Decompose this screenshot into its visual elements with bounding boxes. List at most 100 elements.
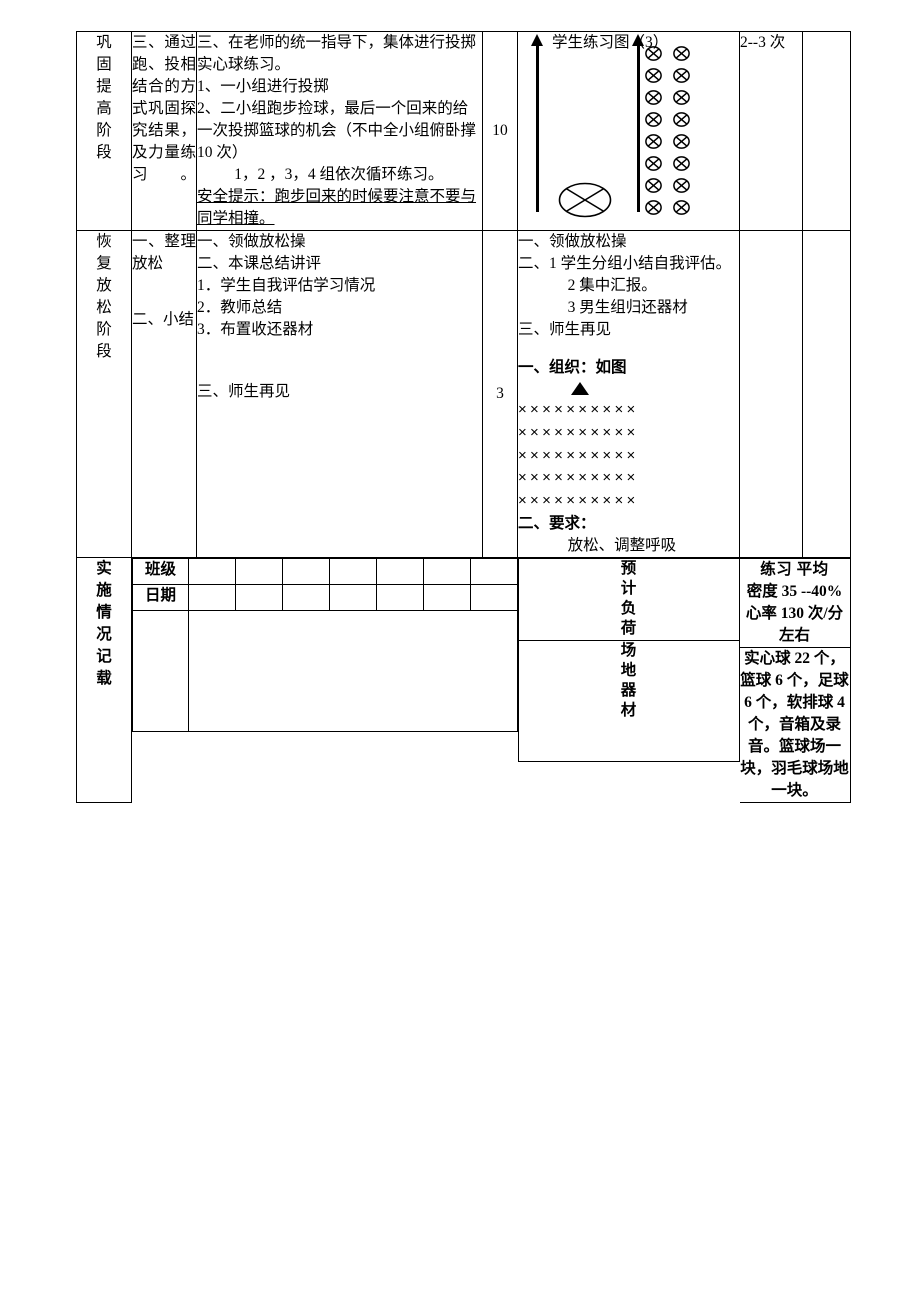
density-equipment-grid: 练习 平均 密度 35 --40%心率 130 次/分左右 实心球 22 个，篮… [739,557,851,803]
circle-cross-icon [673,68,690,83]
load-column-wrapper: 预计负荷 场地器材 [517,557,740,803]
org-line: 二、1 学生分组小结自我评估。 [518,255,732,272]
large-circle-cross-icon [558,182,612,225]
class-input-cell[interactable] [470,557,518,585]
org-line: 2 集中汇报。 [567,277,657,294]
class-label: 班级 [132,557,189,585]
content-line: 三、在老师的统一指导下，集体进行投掷实心球练习。 [197,34,477,73]
equipment-cell: 实心球 22 个，篮球 6 个，足球 6 个，软排球 4 个，音箱及录音。篮球场… [739,646,851,803]
diagram-cell-consolidation: 学生练习图（3） [517,31,740,231]
circle-cross-icon [673,46,690,61]
requirement-text: 放松、调整呼吸 [567,536,677,554]
date-input-cell[interactable] [470,583,518,611]
date-input-cell[interactable] [376,583,424,611]
org-line: 一、领做放松操 [518,233,627,250]
table-row-recovery: 恢复放松阶段 一、整理放松 二、小结 一、领做放松操 二、本课总结讲评 1．学生… [76,230,851,558]
circle-cross-icon [645,134,662,149]
stage-label-recovery: 恢复放松阶段 [76,230,132,558]
class-input-cell[interactable] [329,557,377,585]
date-input-cell[interactable] [423,583,471,611]
triangle-up-icon [571,382,589,395]
record-notes-area[interactable] [188,609,518,732]
formation-row [645,178,701,200]
formation-row [645,90,701,112]
date-input-cell[interactable] [235,583,283,611]
formation-row: ×××××××××× [518,446,639,464]
circle-cross-icon [673,112,690,127]
content-line: 三、师生再见 [197,383,291,400]
density-cell: 练习 平均 密度 35 --40%心率 130 次/分左右 [739,557,851,648]
circle-cross-icon [645,178,662,193]
circle-cross-icon [673,178,690,193]
density-line-1: 练习 平均 [760,560,829,578]
method-text: 二、小结 [132,311,195,328]
time-cell-consolidation: 10 [482,31,518,231]
class-input-cell[interactable] [235,557,283,585]
content-line: 一、领做放松操 [197,233,306,250]
method-text: 一、整理放松 [132,233,196,272]
date-input-cell[interactable] [282,583,330,611]
circle-cross-icon [645,156,662,171]
content-line: 1，2 ，3，4 组依次循环练习。 [234,166,444,183]
class-row: 班级 [132,557,518,585]
table-row-record: 实施情况记载 班级 日期 预计负荷 场地器材 练习 平均 密度 35 --40%… [76,556,851,804]
formation-row: ×××××××××× [518,469,639,487]
date-input-cell[interactable] [329,583,377,611]
circle-cross-formation [645,46,701,222]
student-practice-diagram-3: 学生练习图（3） [518,32,746,222]
record-grid-wrapper: 班级 日期 [132,557,518,803]
method-text: 三、通过跑、投相结合的方式巩固探究结果，及力量练习。 [132,34,196,183]
class-input-cell[interactable] [423,557,471,585]
content-line: 2、二小组跑步捡球，最后一个回来的给一次投掷篮球的机会（不中全小组俯卧撑 10 … [197,100,477,161]
time-cell-recovery: 3 [482,230,518,558]
stage-label-record: 实施情况记载 [76,556,132,804]
content-line: 二、本课总结讲评 [197,255,322,272]
load-grid: 预计负荷 场地器材 [517,557,740,762]
method-cell-recovery: 一、整理放松 二、小结 [131,230,197,558]
formation-row [645,68,701,90]
content-line: 3．布置收还器材 [197,321,314,338]
org-line: 三、师生再见 [518,321,612,338]
class-input-cell[interactable] [188,557,236,585]
reps-cell-consolidation: 2--3 次 [739,31,803,231]
requirement-heading: 二、要求： [518,514,596,532]
load-label-row: 预计负荷 [517,557,740,641]
content-cell-recovery: 一、领做放松操 二、本课总结讲评 1．学生自我评估学习情况 2．教师总结 3．布… [196,230,483,558]
content-line: 1．学生自我评估学习情况 [197,277,376,294]
reps-text: 2--3 次 [740,34,786,51]
class-input-cell[interactable] [376,557,424,585]
notes-cell-consolidation [802,31,851,231]
density-equipment-wrapper: 练习 平均 密度 35 --40%心率 130 次/分左右 实心球 22 个，篮… [739,557,851,803]
arrow-up-icon [531,34,543,212]
document-page: 巩固提高阶段 三、通过跑、投相结合的方式巩固探究结果，及力量练习。 三、在老师的… [0,0,920,1302]
record-notes-left[interactable] [132,609,189,732]
arrow-up-icon [632,34,644,212]
lesson-plan-table: 巩固提高阶段 三、通过跑、投相结合的方式巩固探究结果，及力量练习。 三、在老师的… [76,31,851,804]
circle-cross-icon [645,46,662,61]
circle-cross-icon [645,68,662,83]
x-formation: ×××××××××× ×××××××××× ×××××××××× ×××××××… [518,399,739,513]
organization-heading: 一、组织：如图 [518,359,627,376]
content-line: 1、一小组进行投掷 [197,78,329,95]
venue-equipment-label: 场地器材 [517,639,740,762]
density-line-2: 密度 35 --40%心率 130 次/分左右 [745,582,844,644]
org-line: 3 男生组归还器材 [567,299,688,316]
class-input-cell[interactable] [282,557,330,585]
circle-cross-icon [673,134,690,149]
date-input-cell[interactable] [188,583,236,611]
date-label: 日期 [132,583,189,611]
density-row: 练习 平均 密度 35 --40%心率 130 次/分左右 [739,557,851,648]
venue-label-row: 场地器材 [517,639,740,762]
circle-cross-icon [673,200,690,215]
circle-cross-icon [673,90,690,105]
formation-row [645,156,701,178]
table-row-consolidation: 巩固提高阶段 三、通过跑、投相结合的方式巩固探究结果，及力量练习。 三、在老师的… [76,31,851,231]
organization-cell-recovery: 一、领做放松操 二、1 学生分组小结自我评估。 2 集中汇报。 3 男生组归还器… [517,230,740,558]
reps-cell-recovery [739,230,803,558]
expected-load-label: 预计负荷 [517,557,740,641]
formation-row [645,46,701,68]
formation-row: ×××××××××× [518,423,639,441]
safety-note: 安全提示：跑步回来的时候要注意不要与同学相撞。 [197,188,477,227]
